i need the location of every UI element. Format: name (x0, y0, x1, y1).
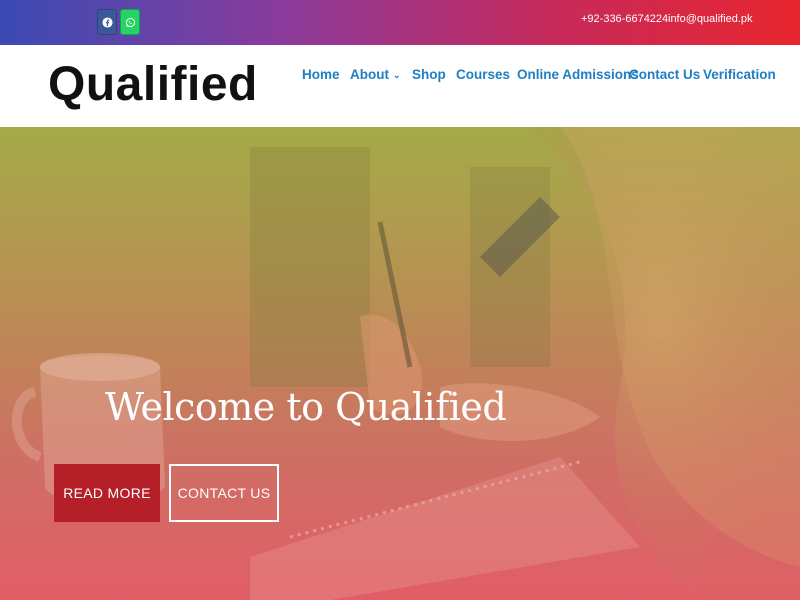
read-more-button[interactable]: READ MORE (54, 464, 160, 522)
nav-online-admissions[interactable]: Online Admissions (517, 67, 639, 82)
nav-contact-label: Contact Us (629, 67, 701, 82)
hero-title: Welcome to Qualified (105, 385, 507, 429)
chevron-down-icon: ⌄ (392, 70, 401, 80)
site-header: Qualified Home About ⌄ Shop Courses Onlin… (0, 45, 800, 127)
whatsapp-icon (125, 17, 135, 27)
hero-section: Welcome to Qualified READ MORE CONTACT U… (0, 127, 800, 600)
top-bar: +92-336-6674224 info@qualified.pk (0, 0, 800, 45)
nav-verification[interactable]: Verification (703, 67, 776, 82)
nav-courses[interactable]: Courses (456, 67, 510, 82)
nav-shop[interactable]: Shop (412, 67, 446, 82)
nav-courses-label: Courses (456, 67, 511, 82)
email-address[interactable]: info@qualified.pk (668, 13, 753, 25)
nav-about[interactable]: About ⌄ (350, 67, 401, 82)
hero-overlay (0, 127, 800, 600)
nav-verification-label: Verification (703, 67, 776, 82)
nav-contact-us[interactable]: Contact Us (629, 67, 700, 82)
facebook-link[interactable] (97, 9, 117, 35)
phone-number[interactable]: +92-336-6674224 (581, 13, 668, 25)
contact-us-button[interactable]: CONTACT US (169, 464, 279, 522)
nav-home-label: Home (302, 67, 340, 82)
nav-admissions-label: Online Admissions (517, 67, 639, 82)
nav-home[interactable]: Home (302, 67, 340, 82)
nav-about-label: About (350, 67, 389, 82)
facebook-icon (101, 16, 113, 28)
nav-shop-label: Shop (412, 67, 446, 82)
whatsapp-link[interactable] (120, 9, 140, 35)
main-nav: Home About ⌄ Shop Courses Online Admissio… (0, 67, 800, 87)
